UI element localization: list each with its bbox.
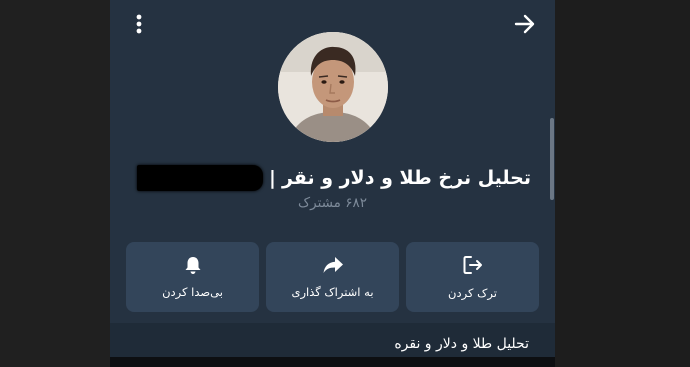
- bell-icon: [185, 257, 200, 274]
- mute-label: بی‌صدا کردن: [162, 285, 223, 299]
- logout-icon: [463, 256, 482, 274]
- description-section: تحلیل طلا و دلار و نقره: [110, 323, 555, 360]
- leave-label: ترک کردن: [448, 286, 497, 300]
- share-button[interactable]: به اشتراک گذاری: [266, 242, 399, 312]
- mute-button[interactable]: بی‌صدا کردن: [126, 242, 259, 312]
- channel-title-row: تحلیل نرخ طلا و دلار و نقر |: [134, 162, 534, 194]
- channel-title: تحلیل نرخ طلا و دلار و نقر: [281, 167, 531, 189]
- share-label: به اشتراک گذاری: [291, 285, 374, 299]
- redacted-text: [137, 165, 263, 191]
- more-options-button[interactable]: [124, 8, 154, 40]
- scrollbar[interactable]: [550, 118, 554, 200]
- right-background: [555, 0, 690, 367]
- avatar[interactable]: [278, 32, 388, 142]
- subscriber-count: ۶۸۲ مشترک: [298, 195, 367, 211]
- channel-description: تحلیل طلا و دلار و نقره: [394, 336, 529, 352]
- share-icon: [323, 257, 343, 273]
- channel-info-panel: تحلیل نرخ طلا و دلار و نقر | ۶۸۲ مشترک ب…: [110, 0, 555, 360]
- more-vertical-icon: [136, 14, 142, 34]
- action-buttons: بی‌صدا کردن به اشتراک گذاری ترک کردن: [126, 242, 539, 312]
- arrow-right-icon: [514, 14, 535, 34]
- profile-photo: [278, 32, 388, 142]
- title-separator: |: [269, 167, 276, 189]
- leave-button[interactable]: ترک کردن: [406, 242, 539, 312]
- back-button[interactable]: [508, 8, 542, 40]
- bottom-bar: [110, 357, 555, 367]
- left-background: [0, 0, 110, 367]
